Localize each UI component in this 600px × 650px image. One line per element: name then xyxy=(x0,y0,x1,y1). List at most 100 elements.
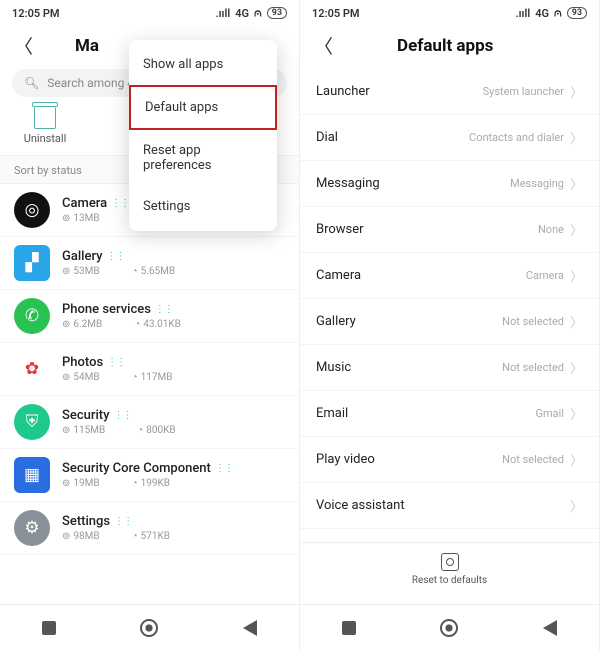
app-icon: ✆ xyxy=(14,298,50,334)
reset-defaults-button[interactable]: Reset to defaults xyxy=(300,542,599,596)
app-name: Settings xyxy=(62,514,110,529)
signal-icon: .ııll xyxy=(215,7,230,20)
clock: 12:05 PM xyxy=(312,7,360,20)
storage-icon: ◔ xyxy=(132,372,138,383)
signal-icon: .ııll xyxy=(515,7,530,20)
nav-bar xyxy=(0,604,299,650)
storage-icon: ◔ xyxy=(132,266,138,277)
chevron-right-icon: 〉 xyxy=(570,496,583,515)
popup-reset-prefs[interactable]: Reset app preferences xyxy=(129,130,277,186)
reset-label: Reset to defaults xyxy=(412,575,487,586)
nav-back-icon[interactable] xyxy=(543,620,557,636)
setting-label: Email xyxy=(316,406,348,421)
setting-row[interactable]: DialContacts and dialer〉 xyxy=(300,115,599,161)
running-indicator-icon: ⋮⋮ xyxy=(113,410,131,421)
popup-default-apps[interactable]: Default apps xyxy=(129,85,277,130)
setting-value: Not selected xyxy=(502,361,564,374)
manage-apps-screen: 12:05 PM .ııll 4G ⩀ 93 〈 Ma 🔍︎ Search am… xyxy=(0,0,300,650)
memory-icon: ⊚ xyxy=(62,478,70,489)
storage-icon: ◔ xyxy=(137,425,143,436)
uninstall-button[interactable]: Uninstall xyxy=(14,107,76,145)
app-name: Camera xyxy=(62,196,107,211)
app-memory: ⊚ 98MB xyxy=(62,531,100,542)
setting-label: Browser xyxy=(316,222,364,237)
running-indicator-icon: ⋮⋮ xyxy=(114,516,132,527)
app-list[interactable]: ◎Camera⋮⋮⊚ 13MB◔ 24.58KB▞Gallery⋮⋮⊚ 53MB… xyxy=(0,184,299,622)
search-icon: 🔍︎ xyxy=(24,76,39,90)
storage-icon: ◔ xyxy=(134,319,140,330)
app-row[interactable]: ▞ Gallery ⋮⋮ ⊚ 53MB ◔ 5.65MB xyxy=(0,237,299,290)
app-memory: ⊚ 54MB xyxy=(62,372,100,383)
app-row[interactable]: ⚙ Settings ⋮⋮ ⊚ 98MB ◔ 571KB xyxy=(0,502,299,555)
app-row[interactable]: ✆Phone services⋮⋮⊚ 6.2MB◔ 43.01KB xyxy=(0,290,299,343)
setting-row[interactable]: GalleryNot selected〉 xyxy=(300,299,599,345)
nav-home-icon[interactable] xyxy=(140,619,158,637)
app-name: Security Core Component xyxy=(62,461,211,476)
memory-icon: ⊚ xyxy=(62,372,70,383)
network-label: 4G xyxy=(235,7,249,20)
app-name: Gallery xyxy=(62,249,103,264)
storage-icon: ◔ xyxy=(132,478,138,489)
app-memory: ⊚ 13MB xyxy=(62,213,100,224)
setting-label: Voice assistant xyxy=(316,498,405,513)
default-apps-screen: 12:05 PM .ııll 4G ⩀ 93 〈 Default apps La… xyxy=(300,0,600,650)
app-row[interactable]: ⛨Security⋮⋮⊚ 115MB◔ 800KB xyxy=(0,396,299,449)
app-memory: ⊚ 53MB xyxy=(62,266,100,277)
vowifi-icon: ⩀ xyxy=(554,6,562,20)
settings-list[interactable]: LauncherSystem launcher〉DialContacts and… xyxy=(300,69,599,547)
popup-show-all[interactable]: Show all apps xyxy=(129,44,277,85)
setting-row[interactable]: MusicNot selected〉 xyxy=(300,345,599,391)
running-indicator-icon: ⋮⋮ xyxy=(107,251,125,262)
setting-row[interactable]: LauncherSystem launcher〉 xyxy=(300,69,599,115)
nav-recents-icon[interactable] xyxy=(342,621,356,635)
setting-row[interactable]: Voice assistant 〉 xyxy=(300,483,599,529)
setting-row[interactable]: Play videoNot selected〉 xyxy=(300,437,599,483)
app-memory: ⊚ 19MB xyxy=(62,478,100,489)
setting-row[interactable]: MessagingMessaging〉 xyxy=(300,161,599,207)
app-storage: ◔ 117MB xyxy=(132,372,173,383)
chevron-right-icon: 〉 xyxy=(570,174,583,193)
app-name: Phone services xyxy=(62,302,151,317)
app-memory: ⊚ 6.2MB xyxy=(62,319,102,330)
app-storage: ◔ 199KB xyxy=(132,478,170,489)
app-icon: ⚙ xyxy=(14,510,50,546)
app-icon: ▞ xyxy=(14,245,50,281)
trash-icon xyxy=(34,107,56,129)
memory-icon: ⊚ xyxy=(62,266,70,277)
chevron-right-icon: 〉 xyxy=(570,450,583,469)
app-icon: ◎ xyxy=(14,192,50,228)
status-bar: 12:05 PM .ııll 4G ⩀ 93 xyxy=(300,0,599,26)
nav-back-icon[interactable] xyxy=(243,620,257,636)
setting-label: Launcher xyxy=(316,84,370,99)
app-icon: ⛨ xyxy=(14,404,50,440)
nav-home-icon[interactable] xyxy=(440,619,458,637)
setting-row[interactable]: EmailGmail〉 xyxy=(300,391,599,437)
nav-recents-icon[interactable] xyxy=(42,621,56,635)
setting-value: Gmail xyxy=(536,407,564,420)
reset-icon xyxy=(441,553,459,571)
memory-icon: ⊚ xyxy=(62,213,70,224)
setting-value: Camera xyxy=(526,269,564,282)
vowifi-icon: ⩀ xyxy=(254,6,262,20)
battery-icon: 93 xyxy=(567,7,587,19)
popup-settings[interactable]: Settings xyxy=(129,186,277,227)
setting-row[interactable]: CameraCamera〉 xyxy=(300,253,599,299)
setting-row[interactable]: BrowserNone〉 xyxy=(300,207,599,253)
app-row[interactable]: ✿Photos⋮⋮⊚ 54MB◔ 117MB xyxy=(0,343,299,396)
app-icon: ▦ xyxy=(14,457,50,493)
setting-value: Messaging xyxy=(510,177,564,190)
app-storage: ◔ 5.65MB xyxy=(132,266,176,277)
header: 〈 Default apps xyxy=(300,26,599,69)
back-icon[interactable]: 〈 xyxy=(14,32,33,59)
back-icon[interactable]: 〈 xyxy=(314,32,333,59)
app-name: Security xyxy=(62,408,109,423)
app-storage: ◔ 571KB xyxy=(132,531,170,542)
memory-icon: ⊚ xyxy=(62,425,70,436)
chevron-right-icon: 〉 xyxy=(570,312,583,331)
app-row[interactable]: ▦Security Core Component⋮⋮⊚ 19MB◔ 199KB xyxy=(0,449,299,502)
setting-label: Gallery xyxy=(316,314,356,329)
setting-label: Dial xyxy=(316,130,338,145)
running-indicator-icon: ⋮⋮ xyxy=(155,304,173,315)
app-name: Photos xyxy=(62,355,103,370)
setting-label: Music xyxy=(316,360,351,375)
